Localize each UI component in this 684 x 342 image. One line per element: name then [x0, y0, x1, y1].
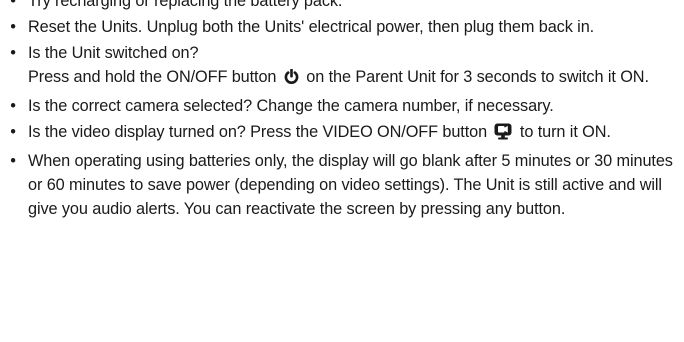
item-question: Is the Unit switched on?: [28, 44, 199, 62]
bullet-marker: •: [10, 97, 16, 115]
troubleshooting-list: • Try recharging or replacing the batter…: [0, 0, 684, 221]
power-icon: [284, 68, 299, 92]
item-text-after-icon: on the Parent Unit for 3 seconds to swit…: [306, 68, 649, 86]
list-item: • Is the correct camera selected? Change…: [0, 94, 684, 118]
item-text-before-icon: Is the video display turned on? Press th…: [28, 123, 488, 141]
list-item: • Try recharging or replacing the batter…: [0, 0, 684, 13]
bullet-marker: •: [10, 123, 16, 141]
item-text: Is the correct camera selected? Change t…: [28, 97, 554, 115]
bullet-marker: •: [10, 44, 16, 62]
list-item: • Reset the Units. Unplug both the Units…: [0, 15, 684, 39]
bullet-marker: •: [10, 18, 16, 36]
item-text: Reset the Units. Unplug both the Units' …: [28, 18, 595, 36]
list-item: • Is the video display turned on? Press …: [0, 120, 684, 147]
item-text-before-icon: Press and hold the ON/OFF button: [28, 68, 277, 86]
bullet-marker: •: [10, 0, 16, 10]
item-text: When operating using batteries only, the…: [28, 152, 673, 218]
bullet-marker: •: [10, 152, 16, 170]
troubleshooting-section: • Try recharging or replacing the batter…: [0, 0, 684, 223]
list-item: • Is the Unit switched on? Press and hol…: [0, 41, 684, 92]
item-text-after-icon: to turn it ON.: [519, 123, 611, 141]
video-display-icon: [494, 123, 512, 147]
item-text: Try recharging or replacing the battery …: [28, 0, 343, 10]
list-item: • When operating using batteries only, t…: [0, 149, 684, 221]
